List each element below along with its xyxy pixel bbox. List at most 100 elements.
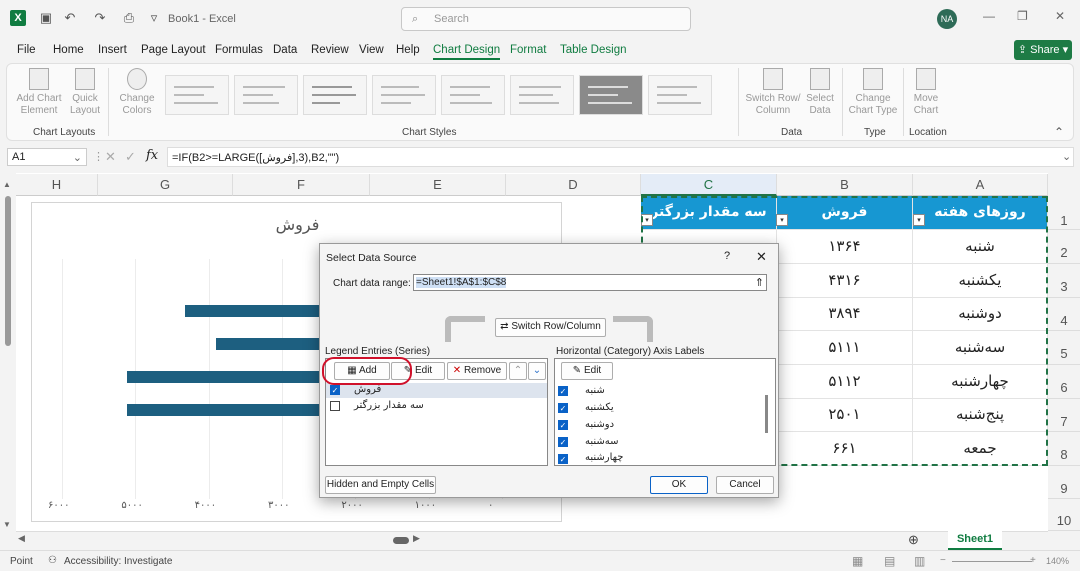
edit-axis-labels-button[interactable]: ✎ Edit bbox=[561, 362, 613, 380]
save-icon[interactable]: ▣ bbox=[38, 10, 54, 26]
tab-file[interactable]: File bbox=[17, 44, 36, 56]
column-header-h[interactable]: H bbox=[16, 174, 98, 196]
axis-checkbox[interactable]: ✓ bbox=[558, 386, 568, 396]
accessibility-status[interactable]: Accessibility: Investigate bbox=[64, 556, 172, 567]
list-item[interactable]: سه مقدار بزرگتر bbox=[326, 399, 547, 414]
scroll-up-icon[interactable]: ▲ bbox=[3, 180, 11, 189]
axis-checkbox[interactable]: ✓ bbox=[558, 437, 568, 447]
chart-style-3[interactable] bbox=[303, 75, 367, 115]
scroll-down-icon[interactable]: ▼ bbox=[3, 520, 11, 529]
zoom-level[interactable]: 140% bbox=[1046, 556, 1069, 566]
share-button[interactable]: ⇪ Share ▾ bbox=[1014, 40, 1072, 60]
list-item[interactable]: ✓ فروش bbox=[326, 383, 547, 398]
row-header[interactable]: 9 bbox=[1048, 466, 1080, 499]
series-checkbox[interactable] bbox=[330, 401, 340, 411]
table-header-cell[interactable]: فروش ▾ bbox=[776, 196, 913, 230]
chart-style-6[interactable] bbox=[510, 75, 574, 115]
collapse-dialog-icon[interactable]: ⇑ bbox=[755, 276, 764, 289]
chart-style-2[interactable] bbox=[234, 75, 298, 115]
dialog-close-button[interactable]: ✕ bbox=[756, 249, 767, 265]
change-chart-type-button[interactable]: Change Chart Type bbox=[848, 68, 898, 117]
row-header[interactable]: 2 bbox=[1048, 230, 1080, 264]
list-scrollbar[interactable] bbox=[765, 395, 768, 433]
tab-view[interactable]: View bbox=[359, 44, 384, 56]
tab-data[interactable]: Data bbox=[273, 44, 297, 56]
list-item[interactable]: ✓ دوشنبه bbox=[555, 417, 761, 433]
tab-format[interactable]: Format bbox=[510, 44, 546, 56]
tab-chart-design[interactable]: Chart Design bbox=[433, 44, 501, 60]
row-header[interactable]: 6 bbox=[1048, 365, 1080, 399]
table-header-cell[interactable]: روزهای هفته ▾ bbox=[913, 196, 1048, 230]
list-item[interactable]: ✓ سه‌شنبه bbox=[555, 434, 761, 450]
list-item[interactable]: ✓ یکشنبه bbox=[555, 400, 761, 416]
switch-row-column-dialog-button[interactable]: ⇄ Switch Row/Column bbox=[495, 318, 606, 337]
chart-style-7[interactable] bbox=[579, 75, 643, 115]
close-icon[interactable]: ✕ bbox=[1055, 9, 1065, 23]
page-break-view-icon[interactable]: ▥ bbox=[914, 554, 925, 568]
scroll-left-icon[interactable]: ◀ bbox=[18, 533, 25, 544]
name-box[interactable]: A1 ⌄ bbox=[7, 148, 87, 166]
insert-function-icon[interactable]: fx bbox=[146, 148, 158, 163]
column-header-f[interactable]: F bbox=[233, 174, 370, 196]
tab-help[interactable]: Help bbox=[396, 44, 420, 56]
chart-style-1[interactable] bbox=[165, 75, 229, 115]
add-chart-element-button[interactable]: Add Chart Element bbox=[14, 68, 64, 117]
series-checkbox[interactable]: ✓ bbox=[330, 385, 340, 395]
scrollbar-thumb[interactable] bbox=[5, 196, 11, 346]
column-header-e[interactable]: E bbox=[370, 174, 506, 196]
horizontal-scroll-thumb[interactable] bbox=[393, 537, 409, 544]
tab-home[interactable]: Home bbox=[53, 44, 84, 56]
chart-style-5[interactable] bbox=[441, 75, 505, 115]
row-header[interactable]: 5 bbox=[1048, 331, 1080, 365]
page-layout-view-icon[interactable]: ▤ bbox=[884, 554, 895, 568]
axis-checkbox[interactable]: ✓ bbox=[558, 403, 568, 413]
cancel-button[interactable]: Cancel bbox=[716, 476, 774, 494]
move-down-button[interactable]: ⌄ bbox=[528, 362, 546, 380]
table-cell[interactable]: سه‌شنبه bbox=[913, 331, 1048, 365]
move-up-button[interactable]: ⌃ bbox=[509, 362, 527, 380]
table-cell[interactable]: دوشنبه bbox=[913, 298, 1048, 331]
column-header-c[interactable]: C bbox=[641, 174, 777, 196]
filter-dropdown-icon[interactable]: ▾ bbox=[641, 214, 653, 226]
column-header-b[interactable]: B bbox=[777, 174, 913, 196]
column-header-g[interactable]: G bbox=[98, 174, 233, 196]
switch-row-column-button[interactable]: Switch Row/ Column bbox=[744, 68, 802, 117]
axis-checkbox[interactable]: ✓ bbox=[558, 420, 568, 430]
print-icon[interactable]: ⎙ bbox=[121, 10, 137, 26]
zoom-slider[interactable] bbox=[952, 561, 1032, 562]
avatar[interactable]: NA bbox=[937, 9, 957, 29]
search-box[interactable]: ⌕ Search bbox=[401, 7, 691, 31]
sheet-tab[interactable]: Sheet1 bbox=[948, 531, 1002, 550]
row-header[interactable]: 7 bbox=[1048, 399, 1080, 432]
quick-layout-button[interactable]: Quick Layout bbox=[64, 68, 106, 117]
chart-style-8[interactable] bbox=[648, 75, 712, 115]
ok-button[interactable]: OK bbox=[650, 476, 708, 494]
tab-insert[interactable]: Insert bbox=[98, 44, 127, 56]
hidden-empty-cells-button[interactable]: Hidden and Empty Cells bbox=[325, 476, 436, 494]
table-cell[interactable]: ۶۶۱ bbox=[777, 432, 913, 466]
tab-table-design[interactable]: Table Design bbox=[560, 44, 626, 56]
zoom-out-icon[interactable]: − bbox=[940, 555, 946, 566]
help-button[interactable]: ? bbox=[724, 250, 730, 262]
table-cell[interactable]: چهارشنبه bbox=[913, 365, 1048, 399]
normal-view-icon[interactable]: ▦ bbox=[852, 554, 863, 568]
list-item[interactable]: ✓ چهارشنبه bbox=[555, 451, 761, 465]
row-header[interactable]: 8 bbox=[1048, 432, 1080, 466]
expand-formula-icon[interactable]: ⌄ bbox=[1062, 150, 1071, 163]
table-cell[interactable]: ۴۳۱۶ bbox=[777, 264, 913, 298]
row-header[interactable]: 3 bbox=[1048, 264, 1080, 298]
column-header-d[interactable]: D bbox=[506, 174, 641, 196]
zoom-in-icon[interactable]: + bbox=[1030, 555, 1036, 566]
axis-checkbox[interactable]: ✓ bbox=[558, 454, 568, 464]
table-cell[interactable]: پنج‌شنبه bbox=[913, 399, 1048, 432]
table-cell[interactable]: ۲۵۰۱ bbox=[777, 399, 913, 432]
table-cell[interactable]: شنبه bbox=[913, 230, 1048, 264]
table-header-cell[interactable]: سه مقدار بزرگتر ▾ bbox=[641, 196, 777, 230]
filter-dropdown-icon[interactable]: ▾ bbox=[776, 214, 788, 226]
change-colors-button[interactable]: Change Colors bbox=[114, 68, 160, 117]
remove-series-button[interactable]: ✕ Remove bbox=[447, 362, 507, 380]
minimize-icon[interactable]: — bbox=[983, 9, 995, 23]
tab-review[interactable]: Review bbox=[311, 44, 349, 56]
chart-data-range-input[interactable]: =Sheet1!$A$1:$C$8 ⇑ bbox=[413, 274, 767, 291]
filter-dropdown-icon[interactable]: ▾ bbox=[913, 214, 925, 226]
